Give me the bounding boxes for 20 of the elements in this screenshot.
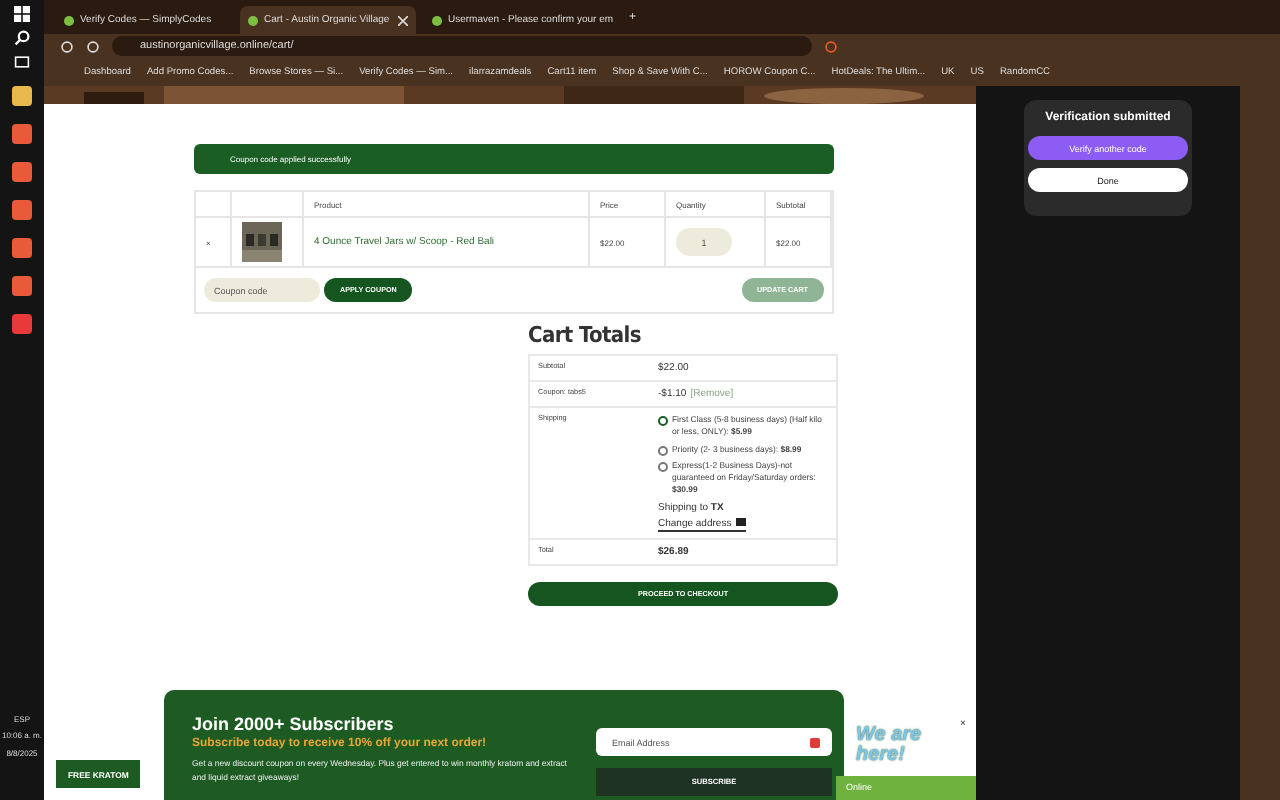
app-icon[interactable] — [12, 124, 32, 144]
app-icon[interactable] — [12, 238, 32, 258]
app-icon[interactable] — [12, 86, 32, 106]
radio-button[interactable] — [658, 461, 668, 472]
close-icon[interactable] — [398, 15, 408, 25]
app-icon[interactable] — [12, 276, 32, 296]
site-icon — [64, 15, 74, 25]
radio-button[interactable] — [658, 445, 668, 456]
windows-icon[interactable] — [14, 6, 30, 22]
form-fill-icon[interactable] — [810, 737, 820, 747]
radio-button[interactable] — [658, 416, 668, 426]
task-view-icon[interactable] — [14, 54, 30, 70]
newsletter-title: Join 2000+ Subscribers — [192, 714, 396, 734]
search-icon[interactable] — [14, 30, 30, 46]
app-icon[interactable] — [12, 162, 32, 182]
site-icon — [432, 15, 442, 25]
cart-totals-heading: Cart Totals — [528, 322, 643, 348]
app-icon[interactable] — [12, 200, 32, 220]
app-icon[interactable] — [12, 314, 32, 334]
site-icon — [248, 15, 258, 25]
